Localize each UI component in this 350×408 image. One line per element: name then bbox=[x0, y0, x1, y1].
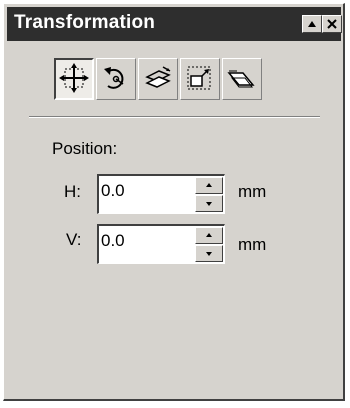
rollup-triangle-icon bbox=[308, 21, 316, 27]
v-spin-down-button[interactable] bbox=[195, 245, 223, 262]
h-spin-up-button[interactable] bbox=[195, 177, 223, 194]
h-unit-label: mm bbox=[238, 182, 267, 201]
section-divider bbox=[29, 116, 320, 118]
v-position-input[interactable] bbox=[101, 229, 193, 253]
spin-down-arrow-icon bbox=[206, 202, 212, 206]
transformation-docker: Transformation Position: H: 0.0 mm V: 0.… bbox=[3, 3, 345, 401]
h-position-spinbox[interactable] bbox=[97, 174, 225, 214]
size-tool-button[interactable] bbox=[180, 58, 220, 100]
position-move-icon bbox=[59, 63, 89, 93]
close-button[interactable] bbox=[322, 15, 342, 33]
spin-down-arrow-icon bbox=[206, 252, 212, 256]
window-title: Transformation bbox=[14, 12, 156, 33]
h-spin-down-button[interactable] bbox=[195, 195, 223, 212]
v-label: V: bbox=[66, 230, 82, 249]
size-icon bbox=[187, 66, 211, 90]
position-tool-button[interactable] bbox=[54, 58, 94, 100]
transform-mode-toolbar bbox=[54, 58, 262, 102]
position-heading: Position: bbox=[52, 139, 118, 158]
scale-mirror-tool-button[interactable] bbox=[138, 58, 178, 100]
spin-up-arrow-icon bbox=[206, 233, 212, 237]
rotate-icon bbox=[104, 67, 124, 89]
close-x-icon bbox=[327, 19, 337, 29]
skew-tool-button[interactable] bbox=[222, 58, 262, 100]
v-position-spinbox[interactable] bbox=[97, 224, 225, 264]
scale-mirror-icon bbox=[145, 66, 171, 88]
skew-icon bbox=[227, 70, 255, 88]
v-unit-label: mm bbox=[238, 235, 267, 254]
h-position-input[interactable] bbox=[101, 179, 193, 203]
v-spin-up-button[interactable] bbox=[195, 227, 223, 244]
h-label: H: bbox=[64, 182, 81, 201]
rotate-tool-button[interactable] bbox=[96, 58, 136, 100]
rollup-button[interactable] bbox=[302, 15, 322, 33]
title-bar[interactable]: Transformation bbox=[7, 7, 342, 41]
spin-up-arrow-icon bbox=[206, 183, 212, 187]
